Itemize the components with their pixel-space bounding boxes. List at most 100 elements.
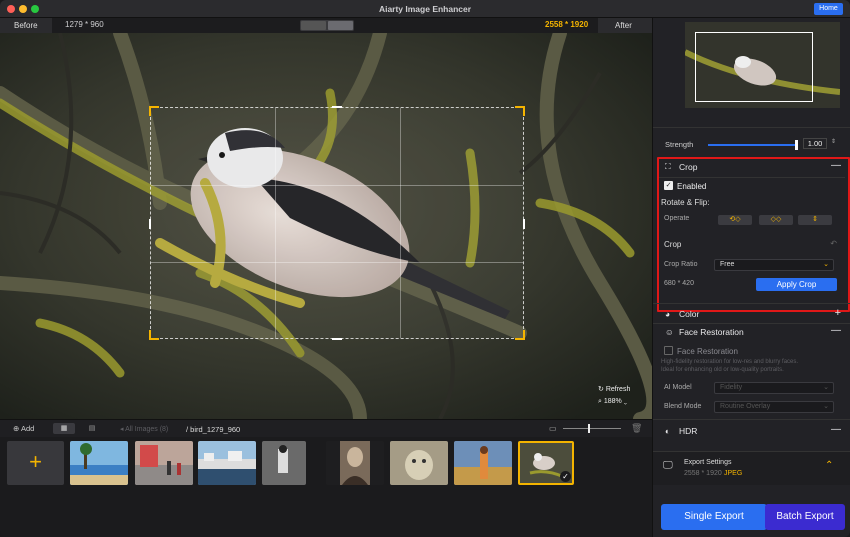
apply-crop-button[interactable]: Apply Crop (756, 278, 837, 291)
navigator-viewport[interactable] (695, 32, 813, 102)
color-title: Color (679, 309, 700, 319)
crop-enabled-checkbox[interactable]: ✓ (664, 181, 673, 190)
collapse-icon[interactable]: — (831, 325, 841, 336)
crop-handle-bottom-right[interactable] (515, 330, 525, 340)
hdr-icon: ◐ (665, 426, 671, 436)
crop-section-header[interactable]: ⛶ Crop — (661, 160, 845, 176)
expand-up-icon[interactable]: ⌃ (825, 460, 833, 471)
chevron-down-icon: ⌄ (823, 261, 829, 268)
after-size: 2558 * 1920 (545, 20, 589, 29)
face-title: Face Restoration (679, 327, 744, 337)
view-mode-toggle[interactable] (300, 20, 354, 31)
all-images-link[interactable]: ◂ All Images (8) (120, 425, 168, 433)
filmstrip-toolbar: ⊕ Add ▦ ▤ ◂ All Images (8) / bird_1279_9… (0, 419, 652, 437)
crop-icon: ⛶ (665, 162, 671, 171)
strength-slider[interactable] (708, 140, 798, 150)
export-settings-icon: 🖵 (663, 460, 673, 471)
zoom-dropdown[interactable]: ⌕ 188% ⌄ (598, 398, 627, 406)
navigator-preview[interactable] (683, 22, 841, 108)
crop-handle-top-left[interactable] (149, 106, 159, 116)
thumbnail-bird-selected[interactable]: ✓ (518, 441, 574, 485)
face-icon: ☺ (665, 327, 674, 337)
crop-size: 680 * 420 (664, 280, 694, 287)
crop-ratio-select[interactable]: Free ⌄ (714, 259, 834, 271)
ai-model-value: Fidelity (720, 384, 743, 391)
split-view-icon[interactable] (328, 21, 353, 30)
export-settings-bar[interactable]: 🖵 Export Settings 2558 * 1920 JPEG ⌃ (653, 451, 850, 485)
thumbnail-portrait[interactable] (326, 441, 384, 485)
face-checkbox-label: Face Restoration (677, 347, 738, 356)
strength-value-input[interactable]: 1.00 (803, 138, 827, 149)
crop-handle-bottom-left[interactable] (149, 330, 159, 340)
before-label: Before (0, 18, 52, 33)
rotate-icon[interactable]: ⟲◇ (718, 215, 752, 225)
crop-gridline (151, 262, 523, 263)
reset-icon[interactable]: ↶ (830, 239, 837, 248)
hdr-section-header[interactable]: ◐ HDR — (661, 424, 845, 441)
image-canvas[interactable]: ↻ Refresh ⌕ 188% ⌄ (0, 33, 652, 419)
crop-handle-bottom[interactable] (332, 338, 342, 340)
collapse-icon[interactable]: — (831, 424, 841, 435)
single-view-icon[interactable] (301, 21, 326, 30)
batch-export-button[interactable]: Batch Export (765, 504, 845, 530)
refresh-button[interactable]: ↻ Refresh (598, 385, 630, 393)
ai-model-label: AI Model (664, 384, 692, 391)
crop-gridline (151, 185, 523, 186)
face-description: High-fidelity restoration for low-res an… (661, 359, 799, 373)
zoom-controls: ↻ Refresh ⌕ 188% ⌄ (594, 383, 649, 413)
export-settings-title: Export Settings (684, 459, 732, 466)
flip-horizontal-icon[interactable]: ◇◇ (759, 215, 793, 225)
flip-vertical-icon[interactable]: ⇕ (798, 215, 832, 225)
crop-handle-right[interactable] (523, 219, 525, 229)
face-restoration-checkbox[interactable] (664, 346, 673, 355)
thumbnail-cat[interactable] (390, 441, 448, 485)
crop-handle-top[interactable] (332, 106, 342, 108)
crop-ratio-label: Crop Ratio (664, 261, 698, 268)
blend-mode-label: Blend Mode (664, 403, 702, 410)
refresh-icon: ↻ (598, 386, 604, 393)
crop-handle-left[interactable] (149, 219, 151, 229)
crop-gridline (275, 108, 276, 338)
thumbnail-city[interactable] (198, 441, 256, 485)
thumbnail-woman[interactable] (454, 441, 512, 485)
collapse-icon[interactable]: — (831, 160, 841, 171)
current-path: / bird_1279_960 (186, 425, 241, 434)
color-section-header[interactable]: ◕ Color + (661, 307, 845, 324)
blend-mode-select[interactable]: Routine Overlay ⌄ (714, 401, 834, 413)
crop-ratio-row: Crop Ratio Free ⌄ (661, 259, 845, 271)
chevron-down-icon: ⌄ (823, 403, 829, 410)
crop-enabled-row[interactable]: ✓ Enabled (661, 181, 845, 193)
add-images-button[interactable]: ⊕ Add (13, 424, 34, 433)
chevron-down-icon: ⌄ (623, 398, 628, 405)
blend-mode-row: Blend Mode Routine Overlay ⌄ (661, 401, 845, 413)
thumbnail-size-slider[interactable] (563, 424, 621, 433)
export-size: 2558 * 1920 (684, 470, 722, 477)
crop-box[interactable] (149, 106, 525, 340)
face-section-header[interactable]: ☺ Face Restoration — (661, 325, 845, 342)
face-checkbox-row[interactable]: Face Restoration (661, 346, 845, 356)
thumbnail-dancer[interactable] (262, 441, 306, 485)
single-export-button[interactable]: Single Export (661, 504, 767, 530)
thumbnail-beach[interactable] (70, 441, 128, 485)
stepper-icon[interactable]: ⇕ (831, 138, 836, 145)
ai-model-select[interactable]: Fidelity ⌄ (714, 382, 834, 394)
home-button[interactable]: Home (814, 3, 843, 15)
hdr-title: HDR (679, 426, 698, 436)
crop-sub-label: Crop (664, 240, 682, 249)
back-arrow-icon: ◂ (120, 426, 124, 433)
ai-model-row: AI Model Fidelity ⌄ (661, 382, 845, 394)
chevron-down-icon: ⌄ (823, 384, 829, 391)
magnifier-icon: ⌕ (598, 398, 602, 405)
all-images-label: All Images (8) (125, 426, 169, 433)
crop-handle-top-right[interactable] (515, 106, 525, 116)
grid-view-icon[interactable]: ▦ (53, 423, 75, 434)
thumbnail-size-icon: ▭ (549, 424, 557, 433)
app-title: Aiarty Image Enhancer (378, 4, 472, 14)
after-label: After (598, 18, 652, 33)
expand-icon[interactable]: + (835, 307, 841, 319)
trash-icon[interactable]: 🗑 (631, 423, 642, 434)
thumbnail-street[interactable] (135, 441, 193, 485)
add-image-tile[interactable]: + (7, 441, 64, 485)
list-view-icon[interactable]: ▤ (82, 423, 102, 434)
add-label: Add (20, 424, 35, 433)
